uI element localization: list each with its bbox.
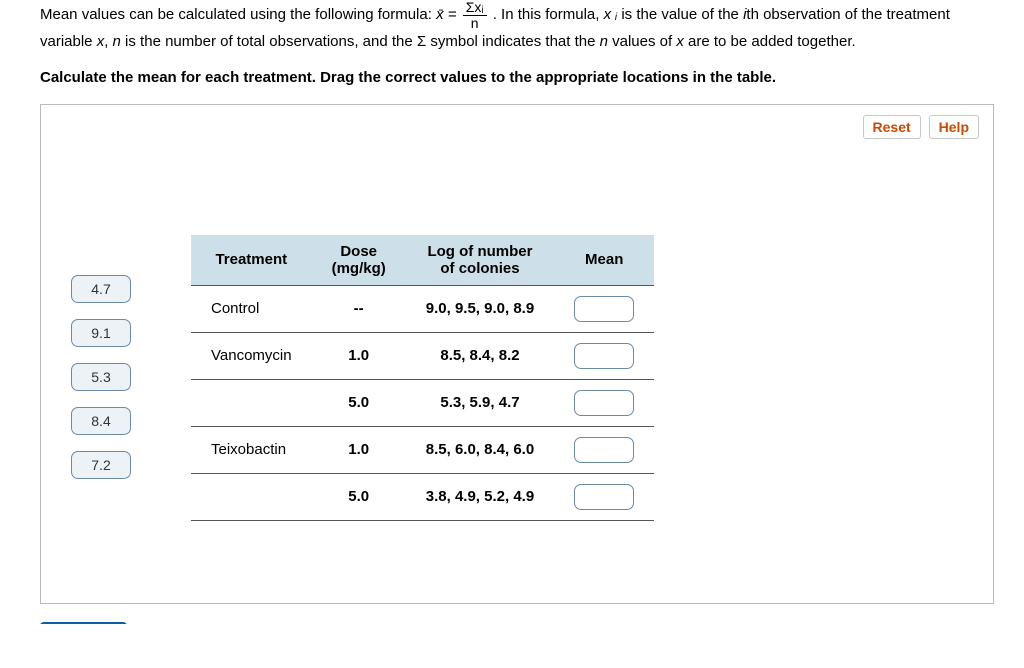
chip-value[interactable]: 7.2 — [71, 451, 131, 479]
cell-values: 8.5, 8.4, 8.2 — [406, 332, 554, 379]
reset-button[interactable]: Reset — [863, 115, 921, 139]
col-dose: Dose(mg/kg) — [312, 235, 406, 286]
intro-text: Mean values can be calculated using the … — [40, 0, 994, 54]
cell-treatment — [191, 473, 312, 520]
chip-value[interactable]: 5.3 — [71, 363, 131, 391]
cell-mean — [554, 426, 654, 473]
cell-mean — [554, 285, 654, 332]
draggable-values: 4.7 9.1 5.3 8.4 7.2 — [71, 275, 131, 479]
cell-treatment: Control — [191, 285, 312, 332]
cell-values: 8.5, 6.0, 8.4, 6.0 — [406, 426, 554, 473]
cell-values: 5.3, 5.9, 4.7 — [406, 379, 554, 426]
drop-slot[interactable] — [574, 343, 634, 369]
col-treatment: Treatment — [191, 235, 312, 286]
table-row: 5.0 5.3, 5.9, 4.7 — [191, 379, 654, 426]
cell-values: 9.0, 9.5, 9.0, 8.9 — [406, 285, 554, 332]
col-log: Log of numberof colonies — [406, 235, 554, 286]
submit-button[interactable]: Submit — [40, 622, 127, 624]
cell-treatment: Vancomycin — [191, 332, 312, 379]
cell-dose: -- — [312, 285, 406, 332]
cell-dose: 1.0 — [312, 332, 406, 379]
col-mean: Mean — [554, 235, 654, 286]
chip-value[interactable]: 8.4 — [71, 407, 131, 435]
table-row: Teixobactin 1.0 8.5, 6.0, 8.4, 6.0 — [191, 426, 654, 473]
chip-value[interactable]: 9.1 — [71, 319, 131, 347]
cell-dose: 5.0 — [312, 379, 406, 426]
data-table: Treatment Dose(mg/kg) Log of numberof co… — [191, 235, 654, 521]
drop-slot[interactable] — [574, 390, 634, 416]
drop-slot[interactable] — [574, 484, 634, 510]
cell-treatment: Teixobactin — [191, 426, 312, 473]
instruction-text: Calculate the mean for each treatment. D… — [40, 69, 994, 86]
cell-mean — [554, 379, 654, 426]
chip-value[interactable]: 4.7 — [71, 275, 131, 303]
cell-mean — [554, 332, 654, 379]
drop-slot[interactable] — [574, 296, 634, 322]
cell-values: 3.8, 4.9, 5.2, 4.9 — [406, 473, 554, 520]
table-row: Control -- 9.0, 9.5, 9.0, 8.9 — [191, 285, 654, 332]
help-button[interactable]: Help — [929, 115, 979, 139]
interaction-panel: Reset Help 4.7 9.1 5.3 8.4 7.2 Treatment… — [40, 104, 994, 604]
table-row: Vancomycin 1.0 8.5, 8.4, 8.2 — [191, 332, 654, 379]
cell-dose: 5.0 — [312, 473, 406, 520]
drop-slot[interactable] — [574, 437, 634, 463]
cell-treatment — [191, 379, 312, 426]
table-row: 5.0 3.8, 4.9, 5.2, 4.9 — [191, 473, 654, 520]
cell-dose: 1.0 — [312, 426, 406, 473]
cell-mean — [554, 473, 654, 520]
